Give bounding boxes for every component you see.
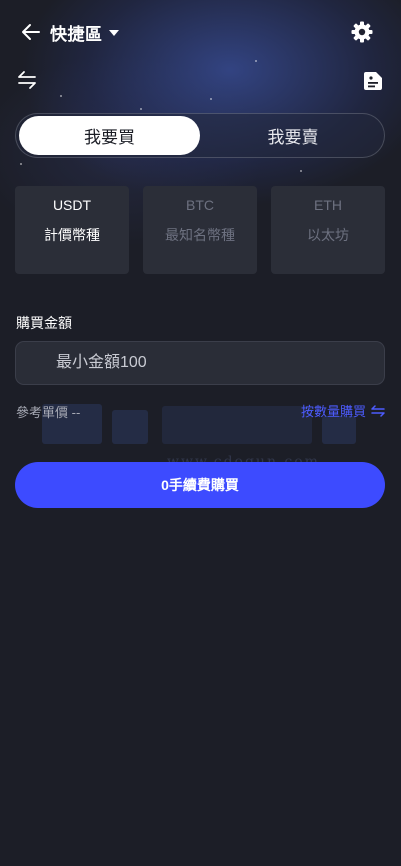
buy-by-quantity-label: 按數量購買 [300,404,366,419]
back-button[interactable] [18,20,44,44]
currency-name: 最知名幣種 [165,227,235,243]
reference-price: 參考單價 -- [16,405,81,420]
top-bar: 快捷區 [0,14,401,50]
buy-by-quantity-link[interactable]: 按數量購買 [301,401,385,420]
section-selector[interactable]: 快捷區 [50,20,119,45]
currency-selector: USDT 計價幣種 BTC 最知名幣種 ETH 以太坊 [15,186,385,274]
star-dot [300,170,302,172]
currency-symbol: BTC [186,197,214,213]
tab-sell[interactable]: 我要賣 [204,116,382,155]
tab-buy[interactable]: 我要買 [19,116,200,155]
page-title: 快捷區 [50,25,103,44]
swap-button[interactable] [16,70,40,92]
amount-label: 購買金額 [16,315,72,331]
star-dot [60,95,62,97]
zero-fee-buy-button[interactable]: 0手續費購買 [15,462,385,508]
currency-card-usdt[interactable]: USDT 計價幣種 [15,186,129,274]
star-dot [255,60,257,62]
currency-name: 計價幣種 [44,227,100,243]
buy-sell-toggle: 我要買 我要賣 [15,113,385,158]
currency-card-eth[interactable]: ETH 以太坊 [271,186,385,274]
document-icon [364,72,382,90]
orders-button[interactable] [362,70,384,92]
currency-name: 以太坊 [307,227,349,243]
star-dot [210,98,212,100]
swap-arrows-icon [371,404,385,417]
star-dot [20,163,22,165]
currency-symbol: USDT [52,197,92,213]
swap-arrows-icon [18,71,36,89]
quick-trade-page: 快捷區 我要買 我要賣 USDT 計價幣種 BTC 最知名幣種 ETH 以太坊 … [0,0,401,866]
settings-button[interactable] [349,19,375,45]
currency-symbol: ETH [314,197,342,213]
arrow-left-icon [22,24,40,40]
amount-input[interactable] [15,341,385,385]
currency-card-btc[interactable]: BTC 最知名幣種 [143,186,257,274]
caret-down-icon [108,29,119,36]
star-dot [140,108,142,110]
gear-icon [351,21,373,43]
